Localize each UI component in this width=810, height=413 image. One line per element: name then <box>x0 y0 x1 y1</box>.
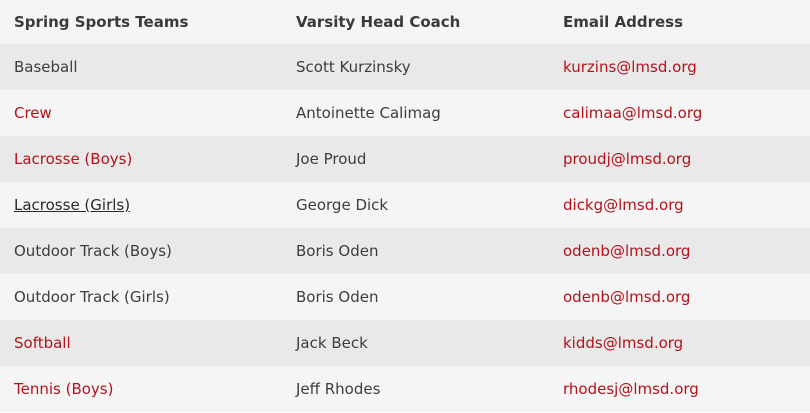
table-row: Outdoor Track (Boys) Boris Oden odenb@lm… <box>0 228 810 274</box>
team-cell: Lacrosse (Boys) <box>0 136 282 182</box>
team-name: Outdoor Track (Boys) <box>14 242 172 260</box>
header-coach: Varsity Head Coach <box>296 13 461 31</box>
email-cell: proudj@lmsd.org <box>549 136 810 182</box>
team-link[interactable]: Softball <box>14 334 71 352</box>
email-link[interactable]: dickg@lmsd.org <box>563 196 684 214</box>
team-cell: Outdoor Track (Boys) <box>0 228 282 274</box>
team-cell: Softball <box>0 320 282 366</box>
coach-cell: Antoinette Calimag <box>296 104 441 122</box>
email-link[interactable]: calimaa@lmsd.org <box>563 104 702 122</box>
email-link[interactable]: kurzins@lmsd.org <box>563 58 697 76</box>
team-cell: Lacrosse (Girls) <box>0 182 282 228</box>
email-link[interactable]: odenb@lmsd.org <box>563 242 690 260</box>
team-link[interactable]: Crew <box>14 104 52 122</box>
header-row: Spring Sports Teams Varsity Head Coach E… <box>0 0 810 44</box>
table-row: Lacrosse (Girls) George Dick dickg@lmsd.… <box>0 182 810 228</box>
header-team: Spring Sports Teams <box>14 13 189 31</box>
email-cell: kidds@lmsd.org <box>549 320 810 366</box>
team-cell: Outdoor Track (Girls) <box>0 274 282 320</box>
header-email: Email Address <box>563 13 684 31</box>
table-row: Baseball Scott Kurzinsky kurzins@lmsd.or… <box>0 44 810 90</box>
table-body: Baseball Scott Kurzinsky kurzins@lmsd.or… <box>0 44 810 412</box>
email-link[interactable]: rhodesj@lmsd.org <box>563 380 699 398</box>
coach-cell: Boris Oden <box>296 242 379 260</box>
email-link[interactable]: proudj@lmsd.org <box>563 150 691 168</box>
team-cell: Crew <box>0 90 282 136</box>
email-cell: calimaa@lmsd.org <box>549 90 810 136</box>
email-link[interactable]: kidds@lmsd.org <box>563 334 683 352</box>
coach-cell: George Dick <box>296 196 389 214</box>
email-cell: kurzins@lmsd.org <box>549 44 810 90</box>
team-cell: Baseball <box>0 44 282 90</box>
coach-cell: Joe Proud <box>296 150 367 168</box>
email-link[interactable]: odenb@lmsd.org <box>563 288 690 306</box>
team-link[interactable]: Lacrosse (Girls) <box>14 196 130 214</box>
team-name: Outdoor Track (Girls) <box>14 288 170 306</box>
coach-cell: Boris Oden <box>296 288 379 306</box>
table-row: Crew Antoinette Calimag calimaa@lmsd.org <box>0 90 810 136</box>
spring-sports-table: Spring Sports Teams Varsity Head Coach E… <box>0 0 810 412</box>
email-cell: rhodesj@lmsd.org <box>549 366 810 412</box>
table-row: Tennis (Boys) Jeff Rhodes rhodesj@lmsd.o… <box>0 366 810 412</box>
team-cell: Tennis (Boys) <box>0 366 282 412</box>
table-header: Spring Sports Teams Varsity Head Coach E… <box>0 0 810 44</box>
table-row: Softball Jack Beck kidds@lmsd.org <box>0 320 810 366</box>
email-cell: odenb@lmsd.org <box>549 274 810 320</box>
table-row: Lacrosse (Boys) Joe Proud proudj@lmsd.or… <box>0 136 810 182</box>
email-cell: odenb@lmsd.org <box>549 228 810 274</box>
coach-cell: Scott Kurzinsky <box>296 58 411 76</box>
team-name: Baseball <box>14 58 78 76</box>
team-link[interactable]: Tennis (Boys) <box>14 380 113 398</box>
team-link[interactable]: Lacrosse (Boys) <box>14 150 132 168</box>
coach-cell: Jeff Rhodes <box>296 380 381 398</box>
coach-cell: Jack Beck <box>296 334 368 352</box>
table-row: Outdoor Track (Girls) Boris Oden odenb@l… <box>0 274 810 320</box>
email-cell: dickg@lmsd.org <box>549 182 810 228</box>
